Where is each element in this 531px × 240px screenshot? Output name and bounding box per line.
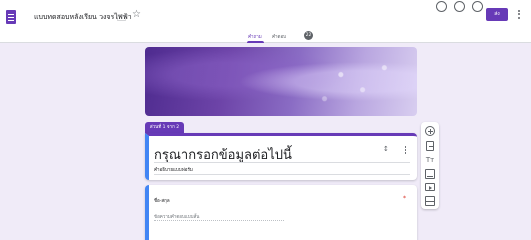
add-title-icon[interactable]: Tт [425, 155, 435, 165]
title-underline [154, 162, 410, 163]
import-questions-icon[interactable] [426, 141, 434, 151]
tab-bar: คำถาม คำตอบ 22 [0, 30, 531, 43]
star-icon[interactable]: ☆ [132, 9, 141, 20]
collapse-icon[interactable]: ↕ [383, 145, 389, 153]
responses-count-badge: 22 [304, 31, 313, 40]
form-description[interactable]: คำอธิบายแบบฟอร์ม [154, 166, 193, 173]
more-vert-icon[interactable] [404, 145, 407, 155]
form-header-card[interactable]: กรุณากรอกข้อมูลต่อไปนี้ ↕ คำอธิบายแบบฟอร… [145, 133, 417, 180]
question-card[interactable]: ชื่อ-สกุล * ข้อความคำตอบแบบสั้น [145, 185, 417, 240]
short-answer-placeholder: ข้อความคำตอบแบบสั้น [154, 215, 200, 220]
google-forms-icon[interactable] [6, 10, 16, 24]
folder-icon[interactable]: 🗀 [117, 11, 126, 27]
active-tab-indicator [247, 41, 264, 43]
required-mark: * [403, 195, 406, 202]
more-vert-icon[interactable] [517, 8, 521, 21]
undo-icon[interactable] [472, 1, 483, 12]
top-bar: แบบทดสอบหลังเรียน วงจรไฟฟ้า 🗀 ☆ ส่ง คำถา… [0, 0, 531, 43]
send-button[interactable]: ส่ง [486, 8, 508, 21]
description-underline [154, 174, 410, 175]
add-video-icon[interactable] [425, 183, 435, 191]
tab-responses[interactable]: คำตอบ [272, 33, 286, 40]
question-title[interactable]: ชื่อ-สกุล [154, 197, 170, 204]
floating-toolbar: Tт [421, 122, 439, 209]
section-label: ส่วนที่ 1 จาก 2 [145, 122, 184, 133]
eye-icon[interactable] [454, 1, 465, 12]
add-image-icon[interactable] [425, 169, 435, 179]
answer-line [154, 220, 284, 221]
header-banner-image [145, 47, 417, 116]
tab-questions[interactable]: คำถาม [248, 33, 262, 40]
palette-icon[interactable] [436, 1, 447, 12]
add-section-icon[interactable] [425, 196, 435, 206]
add-question-icon[interactable] [425, 126, 435, 136]
